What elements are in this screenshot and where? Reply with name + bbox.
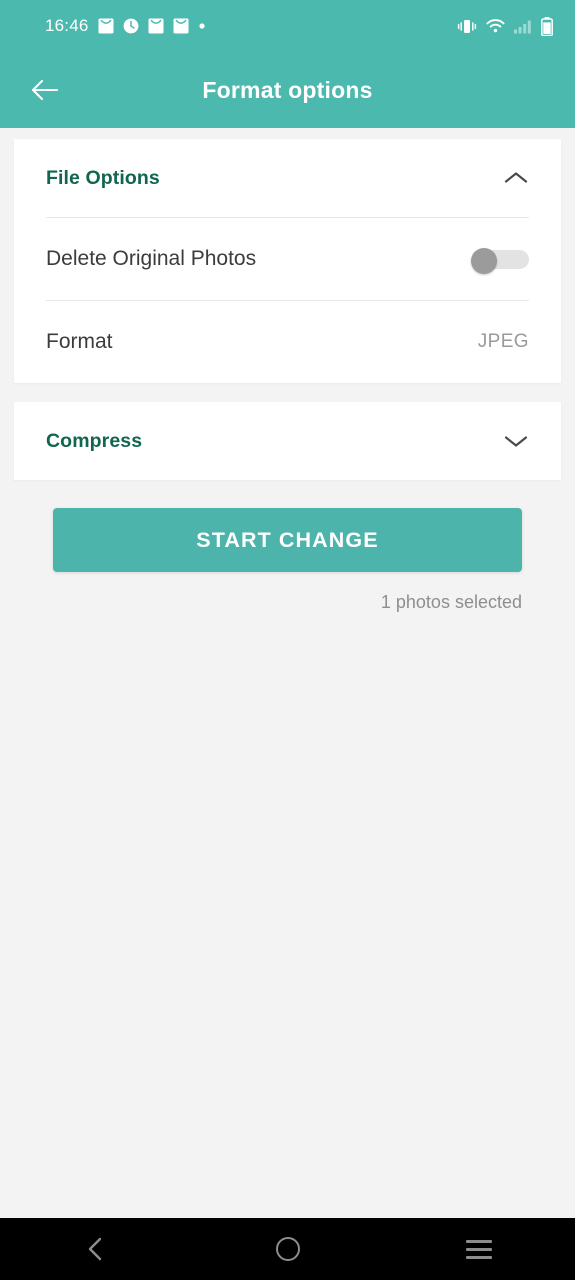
status-bar-clock: 16:46 — [45, 16, 89, 35]
mail-icon — [173, 18, 189, 34]
dot-icon — [198, 23, 205, 29]
mail-icon — [98, 18, 114, 34]
row-label-format: Format — [46, 330, 113, 353]
section-title-compress: Compress — [46, 429, 143, 452]
row-delete-original-photos[interactable]: Delete Original Photos — [14, 218, 561, 300]
vibrate-icon — [457, 19, 477, 33]
nav-home-icon — [275, 1237, 300, 1261]
section-header-compress[interactable]: Compress — [14, 402, 561, 480]
cellular-signal-icon — [514, 20, 531, 33]
status-bar-right — [457, 16, 553, 36]
mail-icon — [148, 18, 164, 34]
row-value-format: JPEG — [477, 331, 529, 352]
nav-recents-icon — [466, 1239, 493, 1259]
wifi-icon — [486, 19, 505, 33]
nav-back-icon — [88, 1237, 102, 1261]
row-label-delete-original-photos: Delete Original Photos — [46, 247, 257, 270]
section-title-file-options: File Options — [46, 166, 160, 189]
page-title: Format options — [202, 76, 373, 103]
nav-home-button[interactable] — [192, 1218, 384, 1280]
clock-icon — [123, 18, 138, 34]
system-navigation-bar — [0, 1218, 575, 1280]
status-bar: 16:46 — [0, 0, 575, 52]
nav-back-button[interactable] — [0, 1218, 192, 1280]
delete-original-photos-toggle[interactable] — [471, 248, 529, 274]
card-compress: Compress — [14, 402, 561, 480]
start-change-button[interactable]: START CHANGE — [53, 508, 522, 572]
nav-recents-button[interactable] — [383, 1218, 575, 1280]
section-header-file-options[interactable]: File Options — [14, 139, 561, 217]
battery-icon — [541, 16, 553, 36]
start-change-button-wrapper: START CHANGE — [0, 480, 575, 572]
chevron-down-icon[interactable] — [503, 433, 529, 449]
card-file-options: File Options Delete Original Photos Form… — [14, 139, 561, 383]
card-spacer — [0, 383, 575, 402]
selected-photos-caption: 1 photos selected — [380, 592, 522, 612]
arrow-left-icon — [31, 79, 59, 101]
toggle-thumb — [471, 248, 497, 274]
phone-screen: 16:46 Format options File Options Delete… — [0, 0, 575, 1280]
back-button[interactable] — [14, 59, 76, 121]
content-top-spacer — [0, 128, 575, 139]
row-format[interactable]: Format JPEG — [14, 301, 561, 383]
app-bar: Format options — [0, 52, 575, 128]
chevron-up-icon[interactable] — [503, 170, 529, 186]
status-bar-left: 16:46 — [45, 16, 206, 36]
